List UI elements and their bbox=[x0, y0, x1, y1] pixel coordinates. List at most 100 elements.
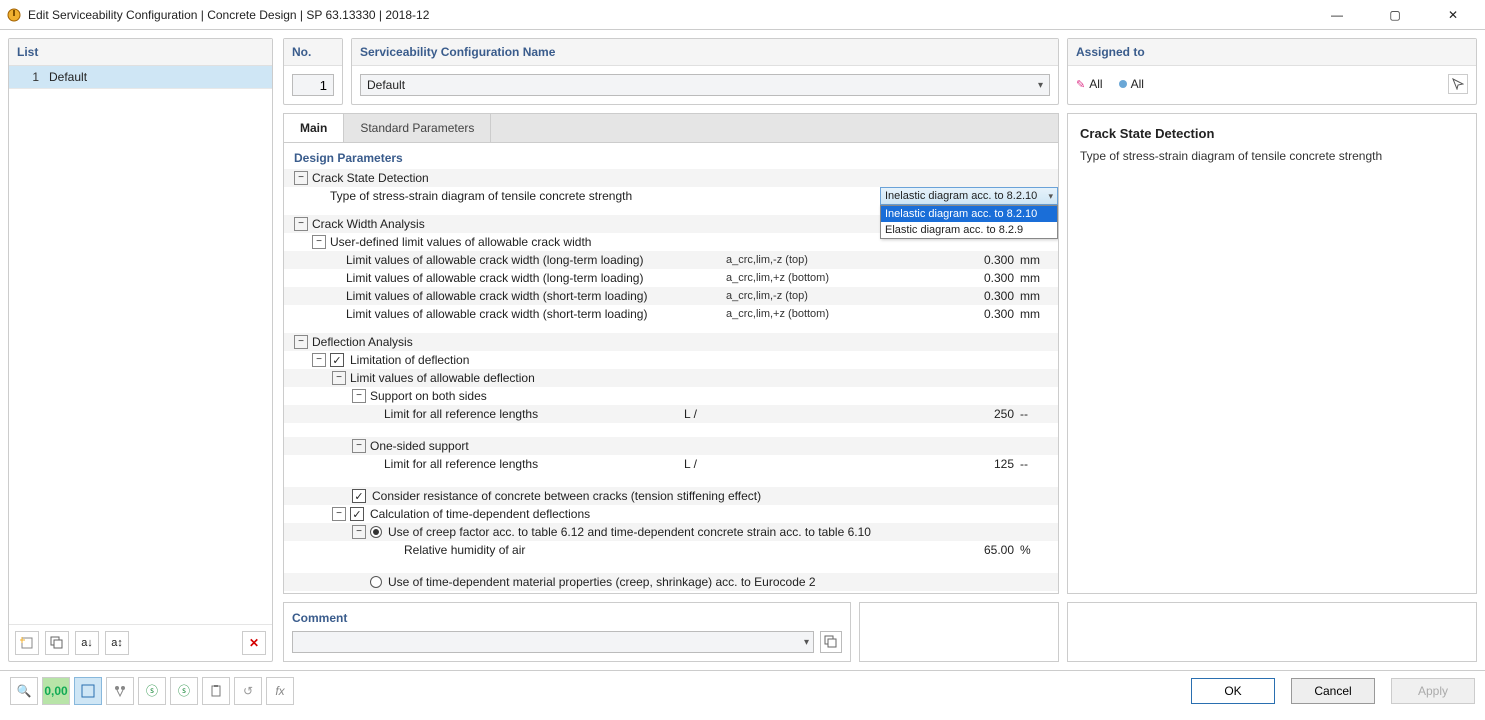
cw-row-sym: a_crc,lim,-z (top) bbox=[726, 254, 886, 266]
assigned-panel: Assigned to ✎ All All bbox=[1067, 38, 1477, 105]
cw-row-label: Limit values of allowable crack width (s… bbox=[346, 289, 726, 303]
list-item[interactable]: 1 Default bbox=[9, 66, 272, 89]
tension-checkbox[interactable]: ✓ bbox=[352, 489, 366, 503]
cw-row-label: Limit values of allowable crack width (s… bbox=[346, 307, 726, 321]
both-row-val[interactable]: 250 bbox=[940, 407, 1014, 421]
new-item-button[interactable] bbox=[15, 631, 39, 655]
collapse-icon[interactable]: − bbox=[312, 353, 326, 367]
dot-icon bbox=[1119, 80, 1127, 88]
stress-strain-diagram-select[interactable]: Inelastic diagram acc. to 8.2.10 ▾ bbox=[880, 187, 1058, 205]
toolbar-button-a[interactable]: a↓ bbox=[75, 631, 99, 655]
both-row-sym: L / bbox=[684, 407, 844, 421]
dd-selected: Inelastic diagram acc. to 8.2.10 bbox=[885, 190, 1037, 202]
cw-row-label: Limit values of allowable crack width (l… bbox=[346, 253, 726, 267]
fx-button[interactable]: fx bbox=[266, 677, 294, 705]
comment-header: Comment bbox=[292, 611, 842, 625]
pick-cursor-button[interactable] bbox=[1448, 74, 1468, 94]
cancel-button[interactable]: Cancel bbox=[1291, 678, 1375, 704]
crack-width-title: Crack Width Analysis bbox=[312, 217, 425, 231]
list-panel: List 1 Default a↓ a↕ ✕ bbox=[8, 38, 273, 662]
lvad-label: Limit values of allowable deflection bbox=[350, 371, 535, 385]
delete-item-button[interactable]: ✕ bbox=[242, 631, 266, 655]
tree-button[interactable] bbox=[106, 677, 134, 705]
comment-panel: Comment ▾ bbox=[283, 602, 851, 662]
tab-main[interactable]: Main bbox=[284, 114, 344, 142]
crack-width-subtitle: User-defined limit values of allowable c… bbox=[330, 235, 591, 249]
rh-unit: % bbox=[1014, 543, 1058, 557]
cw-row-unit: mm bbox=[1014, 253, 1058, 267]
status-bar: 🔍 0,00 ⓢ ⓢ ↺ fx OK Cancel Apply bbox=[0, 670, 1485, 710]
tension-label: Consider resistance of concrete between … bbox=[372, 489, 761, 503]
config-name-header: Serviceability Configuration Name bbox=[352, 39, 1058, 66]
crack-state-type-label: Type of stress-strain diagram of tensile… bbox=[330, 189, 880, 203]
collapse-icon[interactable]: − bbox=[294, 335, 308, 349]
config-name-select[interactable]: Default ▾ bbox=[360, 74, 1050, 96]
stress-strain-dropdown: Inelastic diagram acc. to 8.2.10 Elastic… bbox=[880, 205, 1058, 239]
collapse-icon[interactable]: − bbox=[294, 217, 308, 231]
one-row-val[interactable]: 125 bbox=[940, 457, 1014, 471]
script-button-b[interactable]: ⓢ bbox=[170, 677, 198, 705]
blank-panel bbox=[859, 602, 1059, 662]
comment-select[interactable]: ▾ bbox=[292, 631, 814, 653]
limitation-checkbox[interactable]: ✓ bbox=[330, 353, 344, 367]
deflection-title: Deflection Analysis bbox=[312, 335, 413, 349]
dd-option-inelastic[interactable]: Inelastic diagram acc. to 8.2.10 bbox=[881, 206, 1057, 222]
collapse-icon[interactable]: − bbox=[352, 525, 366, 539]
support-one-label: One-sided support bbox=[370, 439, 469, 453]
number-input[interactable] bbox=[292, 74, 334, 96]
search-button[interactable]: 🔍 bbox=[10, 677, 38, 705]
number-panel: No. bbox=[283, 38, 343, 105]
cw-row-val[interactable]: 0.300 bbox=[940, 271, 1014, 285]
assigned-label-b: All bbox=[1131, 77, 1144, 91]
assigned-all-b[interactable]: All bbox=[1119, 77, 1144, 91]
cw-row-unit: mm bbox=[1014, 271, 1058, 285]
collapse-icon[interactable]: − bbox=[352, 439, 366, 453]
cw-row-unit: mm bbox=[1014, 307, 1058, 321]
one-row-label: Limit for all reference lengths bbox=[384, 457, 684, 471]
close-button[interactable]: ✕ bbox=[1433, 8, 1473, 22]
copy-item-button[interactable] bbox=[45, 631, 69, 655]
collapse-icon[interactable]: − bbox=[352, 389, 366, 403]
cw-row-val[interactable]: 0.300 bbox=[940, 307, 1014, 321]
cw-row-sym: a_crc,lim,+z (bottom) bbox=[726, 272, 886, 284]
window-title: Edit Serviceability Configuration | Conc… bbox=[28, 8, 1317, 22]
reset-button[interactable]: ↺ bbox=[234, 677, 262, 705]
chevron-down-icon: ▾ bbox=[804, 637, 809, 648]
script-button-a[interactable]: ⓢ bbox=[138, 677, 166, 705]
euro-radio[interactable] bbox=[370, 576, 382, 588]
ok-button[interactable]: OK bbox=[1191, 678, 1275, 704]
cw-row-label: Limit values of allowable crack width (l… bbox=[346, 271, 726, 285]
collapse-icon[interactable]: − bbox=[312, 235, 326, 249]
cw-row-val[interactable]: 0.300 bbox=[940, 289, 1014, 303]
window-titlebar: Edit Serviceability Configuration | Conc… bbox=[0, 0, 1485, 30]
config-name-value: Default bbox=[367, 78, 405, 92]
info-text: Type of stress-strain diagram of tensile… bbox=[1080, 149, 1464, 163]
limitation-label: Limitation of deflection bbox=[350, 353, 469, 367]
collapse-icon[interactable]: − bbox=[294, 171, 308, 185]
list-item-label: Default bbox=[49, 70, 87, 84]
grid-button[interactable] bbox=[74, 677, 102, 705]
collapse-icon[interactable]: − bbox=[332, 507, 346, 521]
config-name-panel: Serviceability Configuration Name Defaul… bbox=[351, 38, 1059, 105]
maximize-button[interactable]: ▢ bbox=[1375, 8, 1415, 22]
assigned-all-a[interactable]: ✎ All bbox=[1076, 77, 1103, 91]
design-parameters-header: Design Parameters bbox=[284, 143, 1058, 169]
number-header: No. bbox=[284, 39, 342, 66]
pen-icon: ✎ bbox=[1076, 78, 1085, 91]
timedep-checkbox[interactable]: ✓ bbox=[350, 507, 364, 521]
chevron-down-icon: ▾ bbox=[1048, 191, 1053, 202]
tab-standard-parameters[interactable]: Standard Parameters bbox=[344, 114, 491, 142]
tabs-panel: Main Standard Parameters Design Paramete… bbox=[283, 113, 1059, 594]
list-header: List bbox=[9, 39, 272, 66]
clipboard-button[interactable] bbox=[202, 677, 230, 705]
units-button[interactable]: 0,00 bbox=[42, 677, 70, 705]
creep-radio[interactable] bbox=[370, 526, 382, 538]
dd-option-elastic[interactable]: Elastic diagram acc. to 8.2.9 bbox=[881, 222, 1057, 238]
collapse-icon[interactable]: − bbox=[332, 371, 346, 385]
minimize-button[interactable]: — bbox=[1317, 8, 1357, 22]
both-row-unit: -- bbox=[1014, 407, 1058, 421]
toolbar-button-b[interactable]: a↕ bbox=[105, 631, 129, 655]
cw-row-val[interactable]: 0.300 bbox=[940, 253, 1014, 267]
comment-copy-button[interactable] bbox=[820, 631, 842, 653]
rh-val[interactable]: 65.00 bbox=[940, 543, 1014, 557]
